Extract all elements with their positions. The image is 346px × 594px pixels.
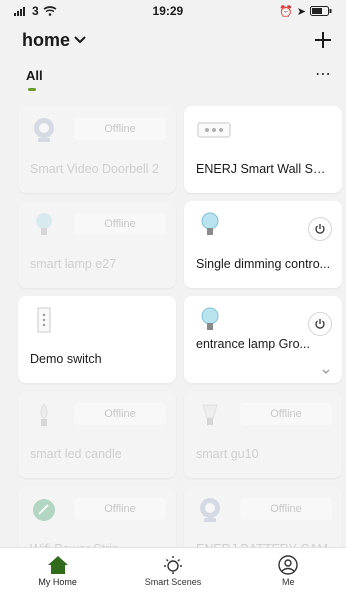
device-card[interactable]: Demo switch bbox=[18, 296, 176, 383]
chevron-down-icon bbox=[74, 36, 86, 44]
home-selector[interactable]: home bbox=[22, 30, 86, 51]
switch-icon bbox=[30, 306, 58, 334]
status-right: ⏰ ➤ bbox=[279, 5, 332, 18]
camera-icon bbox=[196, 496, 224, 524]
tab-all[interactable]: All bbox=[26, 64, 43, 91]
nav-smart-scenes[interactable]: Smart Scenes bbox=[123, 555, 223, 587]
top-bar: home bbox=[0, 24, 346, 56]
more-icon[interactable]: ⋯ bbox=[315, 64, 332, 84]
sun-icon bbox=[163, 556, 182, 574]
offline-status: Offline bbox=[74, 498, 166, 520]
power-strip-icon bbox=[30, 496, 58, 524]
wifi-icon bbox=[43, 6, 57, 16]
status-time: 19:29 bbox=[152, 4, 184, 18]
bulb-icon bbox=[196, 211, 224, 239]
carrier-signal-number: 3 bbox=[32, 4, 39, 18]
status-bar: 3 19:29 ⏰ ➤ bbox=[0, 0, 346, 22]
home-title: home bbox=[22, 29, 71, 50]
device-name: Single dimming contro... bbox=[196, 257, 331, 271]
nav-me[interactable]: Me bbox=[238, 555, 338, 587]
candle-icon bbox=[30, 401, 58, 429]
tab-active-indicator bbox=[28, 88, 36, 91]
device-name: Smart Video Doorbell 2 bbox=[30, 162, 160, 176]
nav-my-home[interactable]: My Home bbox=[8, 555, 108, 587]
tab-all-label: All bbox=[26, 68, 43, 83]
device-name: ENERJ Smart Wall Soc... bbox=[196, 162, 332, 176]
device-name: entrance lamp Gro... bbox=[196, 337, 310, 351]
status-left: 3 bbox=[14, 4, 57, 18]
device-card[interactable]: Offline smart gu10 bbox=[184, 391, 342, 478]
socket-icon bbox=[196, 116, 232, 144]
offline-status: Offline bbox=[74, 403, 166, 425]
offline-status: Offline bbox=[74, 118, 166, 140]
offline-status: Offline bbox=[240, 403, 332, 425]
bulb-icon bbox=[30, 211, 58, 239]
power-toggle-button[interactable] bbox=[308, 312, 332, 336]
home-icon bbox=[47, 556, 68, 574]
bulb-icon bbox=[196, 306, 224, 334]
nav-label: Me bbox=[282, 577, 295, 587]
power-icon bbox=[315, 224, 325, 234]
device-name: Demo switch bbox=[30, 352, 102, 366]
alarm-icon: ⏰ bbox=[279, 5, 293, 18]
add-device-icon[interactable] bbox=[314, 31, 332, 49]
power-icon bbox=[315, 319, 325, 329]
device-name: smart lamp e27 bbox=[30, 257, 117, 271]
power-toggle-button[interactable] bbox=[308, 217, 332, 241]
room-tabs: All ⋯ bbox=[0, 64, 346, 94]
offline-status: Offline bbox=[74, 213, 166, 235]
bulb-icon bbox=[196, 401, 224, 429]
device-name: smart gu10 bbox=[196, 447, 259, 461]
device-card[interactable]: Offline smart lamp e27 bbox=[18, 201, 176, 288]
device-grid: Offline Smart Video Doorbell 2 ENERJ Sma… bbox=[18, 106, 342, 573]
camera-icon bbox=[30, 116, 58, 144]
device-card[interactable]: Offline smart led candle bbox=[18, 391, 176, 478]
chevron-down-icon[interactable] bbox=[322, 369, 330, 375]
location-icon: ➤ bbox=[296, 5, 306, 18]
offline-status: Offline bbox=[240, 498, 332, 520]
battery-icon bbox=[310, 6, 332, 16]
device-card[interactable]: Offline Smart Video Doorbell 2 bbox=[18, 106, 176, 193]
bottom-navigation: My Home Smart Scenes Me bbox=[0, 547, 346, 594]
profile-icon bbox=[278, 555, 299, 575]
nav-label: My Home bbox=[38, 577, 77, 587]
cellular-signal-icon bbox=[14, 7, 25, 16]
device-card[interactable]: Single dimming contro... bbox=[184, 201, 342, 288]
device-card[interactable]: ENERJ Smart Wall Soc... bbox=[184, 106, 342, 193]
nav-label: Smart Scenes bbox=[144, 577, 202, 587]
device-name: smart led candle bbox=[30, 447, 122, 461]
device-card[interactable]: entrance lamp Gro... bbox=[184, 296, 342, 383]
